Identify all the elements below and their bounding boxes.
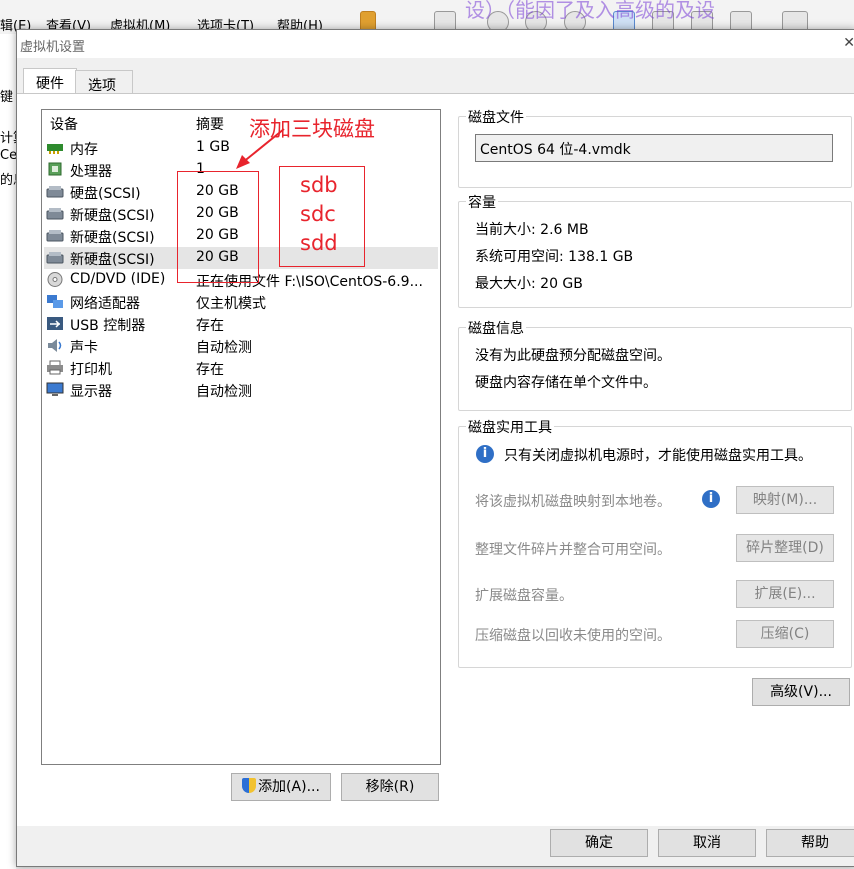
disk-info-title: 磁盘信息	[466, 318, 526, 338]
hard-disk-icon	[46, 228, 64, 243]
vm-settings-dialog: 虚拟机设置 ✕ 硬件 选项 设备 摘要 内存 1 GB 处理器 1 硬盘(SCSI) 20…	[16, 29, 854, 867]
device-summary: 存在	[196, 318, 224, 334]
close-icon[interactable]: ✕	[843, 35, 854, 51]
annotation-disk-sdc: sdc	[300, 202, 336, 226]
tab-options-label: 选项	[88, 78, 116, 94]
device-row[interactable]: 网络适配器 仅主机模式	[44, 291, 438, 313]
dialog-button-bar: 确定 取消 帮助	[17, 826, 854, 866]
sound-card-icon	[46, 338, 64, 353]
column-header-device[interactable]: 设备	[50, 114, 78, 134]
bg-left-text: 的息	[0, 173, 16, 188]
hard-disk-icon	[46, 206, 64, 221]
disk-info-line-2: 硬盘内容存储在单个文件中。	[475, 375, 657, 391]
device-name: 新硬盘(SCSI)	[70, 252, 155, 268]
bg-left-text: Cen	[0, 148, 16, 163]
device-name: 网络适配器	[70, 296, 140, 312]
compact-button[interactable]: 压缩(C)	[736, 620, 834, 648]
remove-button[interactable]: 移除(R)	[341, 773, 439, 801]
device-row[interactable]: 显示器 自动检测	[44, 379, 438, 401]
system-available-space: 系统可用空间: 138.1 GB	[475, 249, 634, 265]
dialog-titlebar[interactable]: 虚拟机设置 ✕	[17, 30, 854, 58]
device-summary: 仅主机模式	[196, 296, 266, 312]
capacity-title: 容量	[466, 192, 498, 212]
defragment-button[interactable]: 碎片整理(D)	[736, 534, 834, 562]
device-name: CD/DVD (IDE)	[70, 271, 166, 287]
device-name: 处理器	[70, 164, 112, 180]
watermark-text: 设）（能因了及入高级的及设	[465, 0, 715, 22]
bg-left-text: 键	[0, 90, 14, 105]
disk-info-group: 磁盘信息	[458, 318, 852, 411]
disk-file-title: 磁盘文件	[466, 107, 526, 127]
network-adapter-icon	[46, 294, 64, 309]
tab-options[interactable]: 选项	[75, 70, 133, 95]
cancel-button[interactable]: 取消	[658, 829, 756, 857]
device-summary: 存在	[196, 362, 224, 378]
compact-description: 压缩磁盘以回收未使用的空间。	[475, 628, 671, 644]
tab-hardware[interactable]: 硬件	[23, 68, 77, 96]
background-left-panel: 键 计算 Cen 的息	[0, 34, 16, 869]
disk-utilities-title: 磁盘实用工具	[466, 417, 554, 437]
device-name: 内存	[70, 142, 98, 158]
map-info-icon[interactable]: i	[702, 490, 720, 508]
display-icon	[46, 382, 64, 397]
add-button-label: 添加(A)...	[258, 779, 320, 795]
device-summary: 自动检测	[196, 384, 252, 400]
device-name: 新硬盘(SCSI)	[70, 230, 155, 246]
ok-button[interactable]: 确定	[550, 829, 648, 857]
disk-file-value: CentOS 64 位-4.vmdk	[480, 142, 631, 158]
hard-disk-icon	[46, 184, 64, 199]
printer-icon	[46, 360, 64, 375]
device-name: 硬盘(SCSI)	[70, 186, 141, 202]
memory-icon	[46, 140, 64, 155]
device-name: USB 控制器	[70, 318, 146, 334]
disk-file-field[interactable]: CentOS 64 位-4.vmdk	[475, 134, 833, 162]
max-size: 最大大小: 20 GB	[475, 276, 583, 292]
processor-icon	[46, 162, 64, 177]
expand-button[interactable]: 扩展(E)...	[736, 580, 834, 608]
device-row[interactable]: 打印机 存在	[44, 357, 438, 379]
bg-left-text: 计算	[0, 131, 16, 146]
annotation-disk-sdd: sdd	[300, 231, 338, 255]
hard-disk-icon	[46, 250, 64, 265]
device-row[interactable]: 声卡 自动检测	[44, 335, 438, 357]
tab-hardware-label: 硬件	[36, 76, 64, 92]
info-icon: i	[476, 445, 494, 463]
disk-info-line-1: 没有为此硬盘预分配磁盘空间。	[475, 348, 671, 364]
defrag-description: 整理文件碎片并整合可用空间。	[475, 542, 671, 558]
utilities-notice: 只有关闭虚拟机电源时，才能使用磁盘实用工具。	[504, 448, 812, 464]
advanced-button[interactable]: 高级(V)...	[752, 678, 850, 706]
map-description: 将该虚拟机磁盘映射到本地卷。	[475, 494, 671, 510]
annotation-box-sizes	[177, 171, 259, 283]
device-summary: 自动检测	[196, 340, 252, 356]
device-name: 打印机	[70, 362, 112, 378]
current-size: 当前大小: 2.6 MB	[475, 222, 589, 238]
dialog-title: 虚拟机设置	[20, 40, 86, 55]
device-row[interactable]: USB 控制器 存在	[44, 313, 438, 335]
cd-dvd-icon	[46, 272, 64, 287]
device-name: 声卡	[70, 340, 98, 356]
add-button[interactable]: 添加(A)...	[231, 773, 331, 801]
shield-icon	[242, 778, 257, 793]
column-header-summary[interactable]: 摘要	[196, 114, 224, 134]
device-name: 新硬盘(SCSI)	[70, 208, 155, 224]
help-button[interactable]: 帮助	[766, 829, 854, 857]
usb-icon	[46, 316, 64, 331]
annotation-disk-sdb: sdb	[300, 173, 338, 197]
expand-description: 扩展磁盘容量。	[475, 588, 573, 604]
map-button[interactable]: 映射(M)...	[736, 486, 834, 514]
device-name: 显示器	[70, 384, 112, 400]
